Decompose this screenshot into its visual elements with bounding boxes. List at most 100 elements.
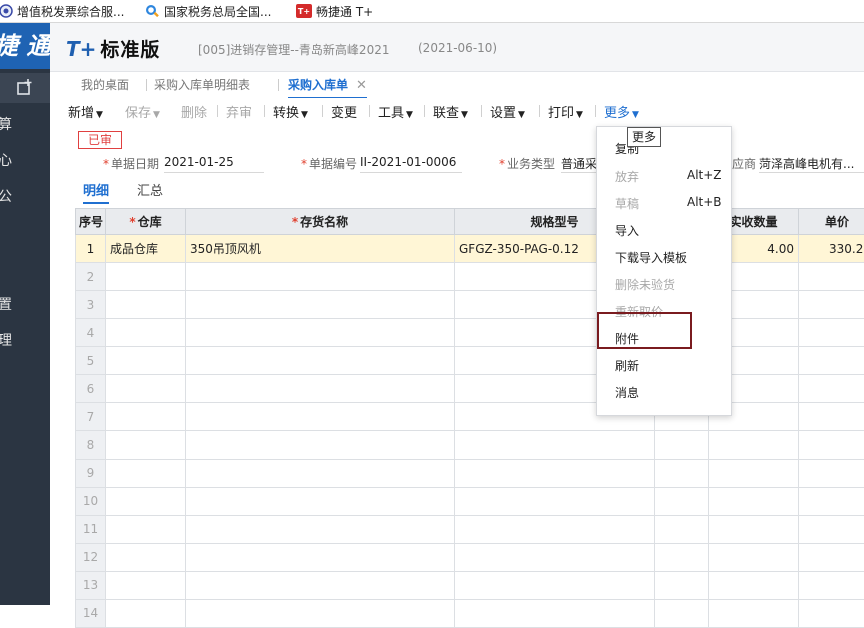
cell-price[interactable] — [799, 487, 864, 515]
cell-price[interactable] — [799, 515, 864, 543]
cell-qty[interactable] — [709, 515, 799, 543]
cell-qty[interactable] — [709, 459, 799, 487]
cell-spec[interactable] — [455, 431, 655, 459]
table-row[interactable]: 2 — [76, 263, 864, 291]
cell-price[interactable] — [799, 599, 864, 627]
cell-spec[interactable] — [455, 571, 655, 599]
menu-item-refresh[interactable]: 刷新 — [615, 357, 639, 374]
menu-item-discard[interactable]: 放弃 — [615, 168, 639, 185]
cell-warehouse[interactable] — [106, 291, 186, 319]
cell-warehouse[interactable] — [106, 599, 186, 627]
save-button[interactable]: 保存▼ — [125, 102, 160, 121]
cell-item-name[interactable] — [186, 459, 455, 487]
table-row[interactable]: 9 — [76, 459, 864, 487]
doc-date-field[interactable]: 2021-01-25 — [164, 155, 264, 173]
menu-item-message[interactable]: 消息 — [615, 384, 639, 401]
cell-spec[interactable] — [455, 599, 655, 627]
add-button[interactable]: 新增▼ — [68, 102, 103, 121]
change-button[interactable]: 变更 — [331, 102, 357, 121]
cell-item-name[interactable] — [186, 375, 455, 403]
bookmark-tax-bureau[interactable]: 国家税务总局全国... — [145, 2, 271, 20]
doc-no-field[interactable]: II-2021-01-0006 — [360, 155, 462, 173]
biz-type-field[interactable]: 普通采 — [561, 155, 596, 173]
table-row[interactable]: 1成品仓库350吊顶风机GFGZ-350-PAG-0.124.00330.27 — [76, 235, 864, 263]
sidebar-item-4[interactable]: 置 — [0, 294, 38, 314]
table-row[interactable]: 10 — [76, 487, 864, 515]
tools-button[interactable]: 工具▼ — [378, 102, 413, 121]
bookmark-vat-invoice[interactable]: 增值税发票综合服... — [0, 2, 124, 20]
cell-unit[interactable] — [655, 487, 709, 515]
tab-purchase-receipt[interactable]: 采购入库单✕ — [288, 76, 367, 99]
menu-item-import[interactable]: 导入 — [615, 222, 639, 239]
cell-price[interactable]: 330.27 — [799, 235, 864, 263]
cell-unit[interactable] — [655, 571, 709, 599]
cell-qty[interactable] — [709, 543, 799, 571]
sidebar-new-button[interactable] — [0, 73, 50, 103]
menu-item-delete-uninspected[interactable]: 删除未验货 — [615, 276, 675, 293]
print-button[interactable]: 打印▼ — [548, 102, 583, 121]
sidebar-item-3[interactable]: 公 — [0, 186, 38, 206]
cell-spec[interactable] — [455, 543, 655, 571]
table-row[interactable]: 7 — [76, 403, 864, 431]
cell-unit[interactable] — [655, 543, 709, 571]
cell-price[interactable] — [799, 431, 864, 459]
convert-button[interactable]: 转换▼ — [273, 102, 308, 121]
cell-qty[interactable] — [709, 487, 799, 515]
cell-item-name[interactable] — [186, 403, 455, 431]
tab-detail[interactable]: 明细 — [83, 180, 109, 204]
cell-warehouse[interactable]: 成品仓库 — [106, 235, 186, 263]
table-row[interactable]: 6 — [76, 375, 864, 403]
table-row[interactable]: 5 — [76, 347, 864, 375]
cell-unit[interactable] — [655, 515, 709, 543]
cell-warehouse[interactable] — [106, 543, 186, 571]
cell-item-name[interactable] — [186, 543, 455, 571]
cell-item-name[interactable] — [186, 487, 455, 515]
menu-item-download-template[interactable]: 下载导入模板 — [615, 249, 687, 266]
cell-price[interactable] — [799, 543, 864, 571]
table-row[interactable]: 11 — [76, 515, 864, 543]
cell-warehouse[interactable] — [106, 347, 186, 375]
cell-warehouse[interactable] — [106, 487, 186, 515]
cell-warehouse[interactable] — [106, 375, 186, 403]
cell-spec[interactable] — [455, 459, 655, 487]
cell-qty[interactable] — [709, 599, 799, 627]
cell-unit[interactable] — [655, 459, 709, 487]
bookmark-chanjet-tplus[interactable]: T+ 畅捷通 T+ — [296, 2, 373, 20]
close-icon[interactable]: ✕ — [356, 78, 367, 93]
cell-warehouse[interactable] — [106, 403, 186, 431]
abandon-audit-button[interactable]: 弃审 — [226, 102, 252, 121]
cell-price[interactable] — [799, 263, 864, 291]
cell-item-name[interactable] — [186, 515, 455, 543]
col-header-price[interactable]: 单价 — [799, 209, 864, 235]
cell-qty[interactable] — [709, 431, 799, 459]
sidebar-item-1[interactable]: 算 — [0, 114, 38, 134]
cell-spec[interactable] — [455, 515, 655, 543]
cell-price[interactable] — [799, 459, 864, 487]
settings-button[interactable]: 设置▼ — [490, 102, 525, 121]
table-row[interactable]: 13 — [76, 571, 864, 599]
query-button[interactable]: 联查▼ — [433, 102, 468, 121]
cell-unit[interactable] — [655, 431, 709, 459]
sidebar-item-5[interactable]: 理 — [0, 330, 38, 350]
cell-warehouse[interactable] — [106, 263, 186, 291]
cell-qty[interactable] — [709, 571, 799, 599]
cell-warehouse[interactable] — [106, 319, 186, 347]
table-row[interactable]: 8 — [76, 431, 864, 459]
table-row[interactable]: 12 — [76, 543, 864, 571]
cell-item-name[interactable] — [186, 291, 455, 319]
cell-item-name[interactable] — [186, 431, 455, 459]
col-header-warehouse[interactable]: *仓库 — [106, 209, 186, 235]
supplier-field[interactable]: 菏泽高峰电机有... — [759, 155, 864, 173]
table-row[interactable]: 3 — [76, 291, 864, 319]
delete-button[interactable]: 删除 — [181, 102, 207, 121]
more-button[interactable]: 更多▼ — [604, 102, 639, 121]
cell-spec[interactable] — [455, 487, 655, 515]
cell-warehouse[interactable] — [106, 515, 186, 543]
tab-my-desktop[interactable]: 我的桌面 — [81, 76, 129, 97]
cell-price[interactable] — [799, 319, 864, 347]
cell-item-name[interactable] — [186, 319, 455, 347]
cell-price[interactable] — [799, 403, 864, 431]
tab-summary[interactable]: 汇总 — [137, 180, 163, 199]
col-header-item-name[interactable]: *存货名称 — [186, 209, 455, 235]
sidebar-item-2[interactable]: 心 — [0, 150, 38, 170]
